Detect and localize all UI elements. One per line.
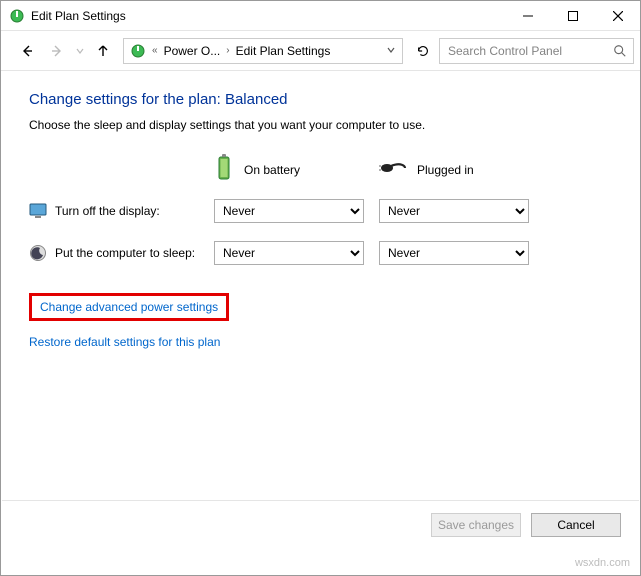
power-options-app-icon (9, 8, 25, 24)
content-area: Change settings for the plan: Balanced C… (1, 71, 640, 359)
highlight-box: Change advanced power settings (29, 293, 229, 321)
display-battery-select[interactable]: Never (214, 199, 364, 223)
breadcrumb-cp-icon[interactable] (128, 43, 148, 59)
page-heading: Change settings for the plan: Balanced (29, 91, 612, 108)
minimize-button[interactable] (505, 1, 550, 31)
battery-column-label: On battery (244, 163, 300, 177)
breadcrumb-item-edit-plan[interactable]: Edit Plan Settings (234, 44, 333, 58)
restore-defaults-link[interactable]: Restore default settings for this plan (29, 335, 220, 349)
back-button[interactable] (13, 37, 41, 65)
display-icon (29, 202, 47, 220)
breadcrumb-item-power-options[interactable]: Power O... (162, 44, 223, 58)
advanced-settings-link[interactable]: Change advanced power settings (40, 300, 218, 314)
maximize-button[interactable] (550, 1, 595, 31)
breadcrumb[interactable]: « Power O... › Edit Plan Settings (123, 38, 403, 64)
up-button[interactable] (89, 37, 117, 65)
refresh-button[interactable] (409, 37, 437, 65)
save-changes-button[interactable]: Save changes (431, 513, 521, 537)
close-button[interactable] (595, 1, 640, 31)
navigation-bar: « Power O... › Edit Plan Settings (1, 31, 640, 71)
chevron-right-icon[interactable]: › (224, 45, 231, 56)
search-icon[interactable] (613, 44, 627, 58)
sleep-plugged-select[interactable]: Never (379, 241, 529, 265)
plug-icon (379, 160, 407, 179)
chevron-left-icon[interactable]: « (150, 45, 160, 56)
window-title: Edit Plan Settings (31, 9, 126, 23)
breadcrumb-dropdown[interactable] (382, 44, 400, 58)
watermark: wsxdn.com (575, 557, 630, 569)
row-sleep-label: Put the computer to sleep: (55, 246, 195, 260)
row-display: Turn off the display: Never Never (29, 199, 612, 223)
search-input[interactable] (446, 43, 613, 59)
sleep-battery-select[interactable]: Never (214, 241, 364, 265)
column-headers: On battery Plugged in (29, 154, 612, 185)
forward-button[interactable] (43, 37, 71, 65)
sleep-icon (29, 244, 47, 262)
row-display-label: Turn off the display: (55, 204, 160, 218)
display-plugged-select[interactable]: Never (379, 199, 529, 223)
page-subtext: Choose the sleep and display settings th… (29, 118, 612, 132)
cancel-button[interactable]: Cancel (531, 513, 621, 537)
footer: Save changes Cancel (2, 500, 639, 549)
search-box[interactable] (439, 38, 634, 64)
recent-locations-dropdown[interactable] (73, 37, 87, 65)
row-sleep: Put the computer to sleep: Never Never (29, 241, 612, 265)
plugged-column-label: Plugged in (417, 163, 474, 177)
titlebar: Edit Plan Settings (1, 1, 640, 31)
battery-icon (214, 154, 234, 185)
